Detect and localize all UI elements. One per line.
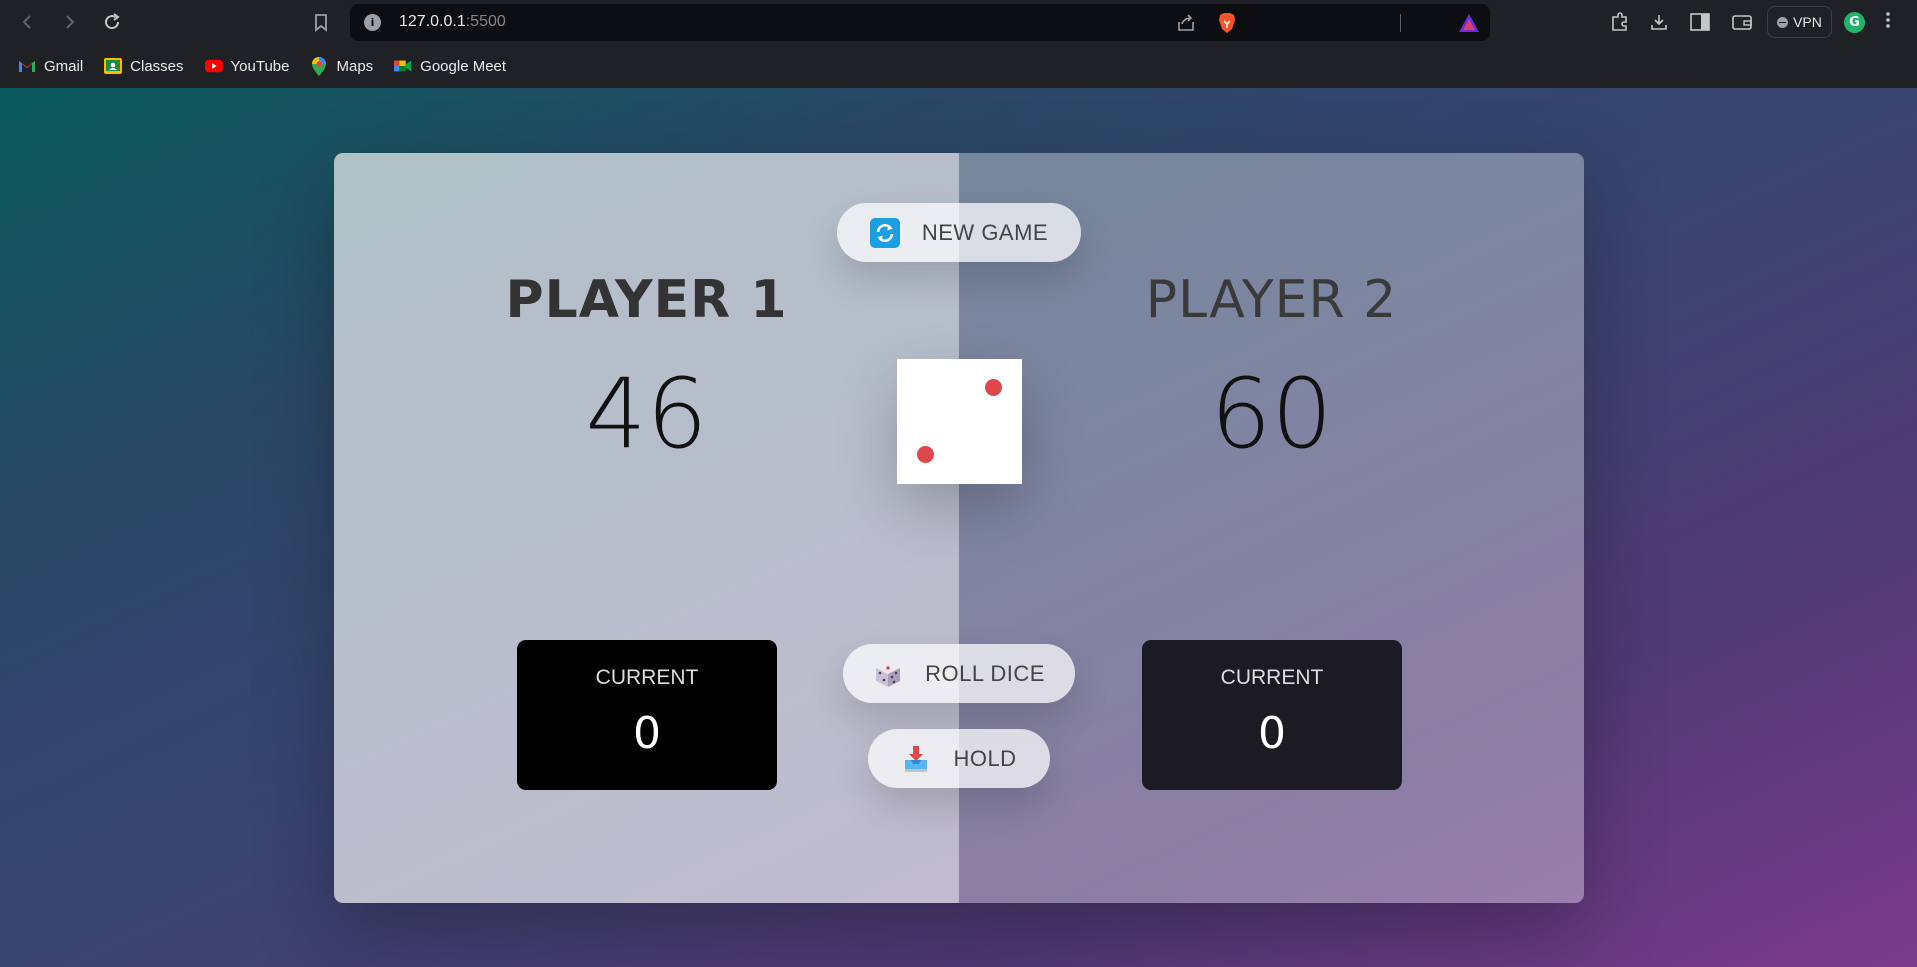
player-1-score: 46: [585, 358, 708, 470]
profile-avatar[interactable]: G: [1844, 12, 1865, 33]
sidebar-icon: [1690, 13, 1710, 31]
vpn-status-icon: [1777, 16, 1789, 28]
share-icon: [1178, 14, 1194, 31]
roll-dice-button[interactable]: ROLL DICE: [843, 644, 1075, 703]
bookmark-page-button[interactable]: [309, 11, 333, 35]
site-info-icon[interactable]: i: [364, 14, 381, 31]
wallet-button[interactable]: [1730, 10, 1754, 34]
forward-arrow-icon: [66, 15, 75, 29]
brave-lion-icon: [1219, 13, 1235, 33]
player-2-panel: PLAYER 2 60 CURRENT 0: [959, 153, 1584, 903]
forward-button[interactable]: [57, 9, 83, 35]
player-1-panel: PLAYER 1 46 CURRENT 0: [334, 153, 959, 903]
sidebar-button[interactable]: [1688, 10, 1712, 34]
bookmark-label: Maps: [336, 57, 374, 75]
new-game-button[interactable]: NEW GAME: [837, 203, 1081, 262]
bookmark-google-meet[interactable]: Google Meet: [394, 57, 506, 75]
address-bar[interactable]: i 127.0.0.1:5500: [350, 4, 1490, 41]
hold-label: HOLD: [953, 745, 1017, 771]
maps-icon: [310, 56, 328, 76]
puzzle-piece-icon: [1612, 12, 1627, 31]
page-viewport: PLAYER 1 46 CURRENT 0 PLAYER 2 60 CURREN…: [0, 88, 1917, 967]
wallet-icon: [1732, 15, 1752, 30]
dice-icon: [873, 659, 903, 689]
back-button[interactable]: [14, 9, 40, 35]
player-1-current-label: CURRENT: [595, 666, 699, 689]
bookmark-label: Google Meet: [420, 57, 507, 75]
kebab-menu-icon: [1886, 12, 1890, 28]
new-game-label: NEW GAME: [921, 219, 1049, 245]
brave-rewards-triangle-icon: [1459, 14, 1479, 32]
bookmark-icon: [315, 14, 327, 32]
dice: [897, 359, 1022, 484]
google-meet-icon: [394, 57, 412, 75]
url-port: :5500: [465, 13, 506, 30]
bookmark-classes[interactable]: Classes: [104, 57, 184, 75]
player-2-current-box: CURRENT 0: [1142, 640, 1402, 790]
roll-dice-label: ROLL DICE: [925, 660, 1045, 686]
inbox-tray-icon: [901, 744, 931, 774]
back-arrow-icon: [22, 15, 31, 29]
vpn-label: VPN: [1793, 14, 1822, 30]
brave-shields-button[interactable]: [1216, 13, 1238, 33]
bookmark-youtube[interactable]: YouTube: [204, 57, 290, 75]
player-2-score: 60: [1210, 358, 1333, 470]
reload-icon: [105, 13, 120, 30]
bookmark-label: YouTube: [230, 57, 290, 75]
hold-button[interactable]: HOLD: [868, 729, 1050, 788]
bookmark-gmail[interactable]: Gmail: [18, 57, 83, 75]
dice-pip-bottom-left: [917, 446, 934, 463]
refresh-icon: [869, 217, 900, 248]
classes-icon: [104, 57, 123, 75]
download-icon: [1651, 15, 1667, 30]
gmail-icon: [18, 57, 36, 75]
player-2-current-score: 0: [1258, 708, 1286, 759]
vpn-button[interactable]: VPN: [1767, 6, 1832, 38]
bookmark-label: Classes: [130, 57, 184, 75]
youtube-icon: [204, 57, 223, 75]
url-text[interactable]: 127.0.0.1:5500: [399, 13, 506, 31]
extensions-button[interactable]: [1608, 10, 1632, 34]
player-1-current-box: CURRENT 0: [517, 640, 777, 790]
browser-toolbar: i 127.0.0.1:5500 VPN G: [0, 0, 1917, 44]
reload-button[interactable]: [99, 9, 125, 35]
player-2-current-label: CURRENT: [1220, 666, 1324, 689]
player-1-current-score: 0: [633, 708, 661, 759]
brave-rewards-button[interactable]: [1458, 13, 1480, 33]
omnibox-divider: [1400, 14, 1401, 32]
url-host: 127.0.0.1: [399, 13, 466, 30]
downloads-button[interactable]: [1647, 10, 1671, 34]
bookmark-maps[interactable]: Maps: [310, 56, 374, 76]
game-board: PLAYER 1 46 CURRENT 0 PLAYER 2 60 CURREN…: [334, 153, 1584, 903]
share-button[interactable]: [1175, 13, 1197, 33]
browser-menu-button[interactable]: [1878, 10, 1898, 34]
player-1-name: PLAYER 1: [505, 270, 788, 330]
bookmarks-bar: Gmail Classes YouTube Maps Google Meet: [0, 44, 1917, 88]
player-2-name: PLAYER 2: [1145, 270, 1398, 330]
bookmark-label: Gmail: [44, 57, 84, 75]
dice-pip-top-right: [985, 379, 1002, 396]
